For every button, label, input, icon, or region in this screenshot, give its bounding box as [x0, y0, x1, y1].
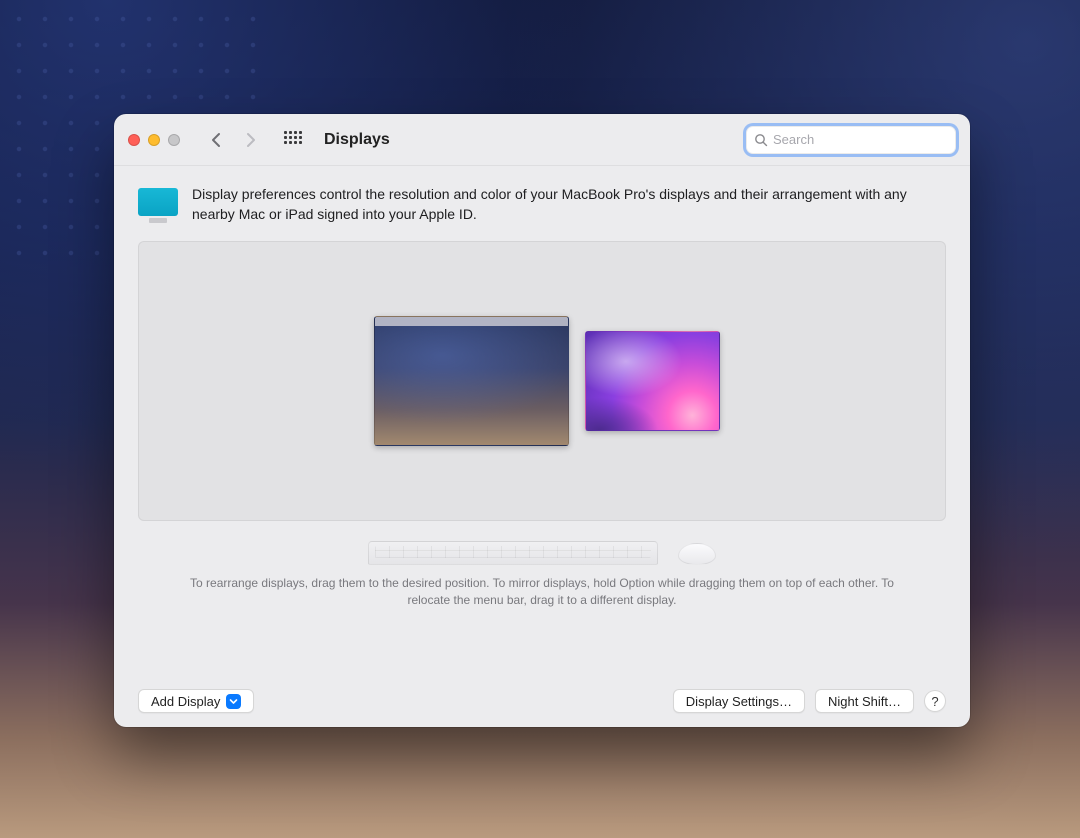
- window-toolbar: Displays: [114, 114, 970, 166]
- zoom-button[interactable]: [168, 134, 180, 146]
- night-shift-button[interactable]: Night Shift…: [815, 689, 914, 713]
- nav-area: [208, 132, 258, 148]
- display-settings-label: Display Settings…: [686, 694, 792, 709]
- close-button[interactable]: [128, 134, 140, 146]
- display-settings-button[interactable]: Display Settings…: [673, 689, 805, 713]
- show-all-icon[interactable]: [284, 131, 302, 149]
- intro-row: Display preferences control the resoluti…: [138, 184, 946, 225]
- window-body: Display preferences control the resoluti…: [114, 166, 970, 727]
- chevron-down-icon: [226, 694, 241, 709]
- keyboard-icon: [368, 541, 658, 565]
- search-icon: [754, 133, 768, 147]
- add-display-button[interactable]: Add Display: [138, 689, 254, 713]
- window-controls: [128, 134, 180, 146]
- help-button[interactable]: ?: [924, 690, 946, 712]
- peripheral-row: [138, 527, 946, 565]
- display-secondary[interactable]: [585, 331, 720, 431]
- search-input[interactable]: [773, 132, 948, 147]
- hint-text: To rearrange displays, drag them to the …: [138, 575, 946, 610]
- back-button[interactable]: [208, 132, 224, 148]
- display-arrangement-area[interactable]: [138, 241, 946, 521]
- intro-text: Display preferences control the resoluti…: [192, 184, 946, 225]
- forward-button[interactable]: [242, 132, 258, 148]
- system-preferences-window: Displays Display preferences control the…: [114, 114, 970, 727]
- night-shift-label: Night Shift…: [828, 694, 901, 709]
- help-label: ?: [931, 694, 938, 709]
- desktop-background: Displays Display preferences control the…: [0, 0, 1080, 838]
- displays-pref-icon: [138, 188, 178, 216]
- menu-bar-handle[interactable]: [375, 317, 568, 326]
- display-primary[interactable]: [374, 316, 569, 446]
- search-field-wrap[interactable]: [746, 126, 956, 154]
- mouse-icon: [678, 543, 716, 565]
- window-title: Displays: [324, 131, 390, 149]
- minimize-button[interactable]: [148, 134, 160, 146]
- footer-row: Add Display Display Settings… Night Shif…: [138, 671, 946, 713]
- add-display-label: Add Display: [151, 694, 220, 709]
